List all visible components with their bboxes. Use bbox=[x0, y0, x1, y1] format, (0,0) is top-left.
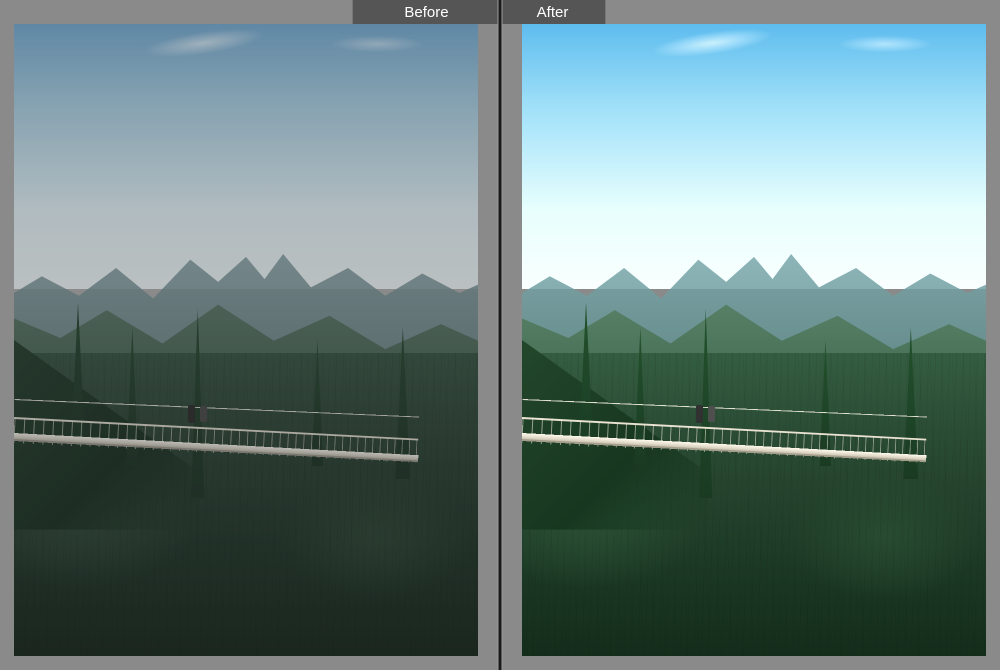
suspension-bridge bbox=[522, 391, 986, 479]
after-label: After bbox=[500, 0, 606, 24]
before-image[interactable] bbox=[14, 24, 478, 656]
after-pane[interactable]: After bbox=[500, 0, 1000, 670]
before-after-compare: Before bbox=[0, 0, 1000, 670]
before-pane[interactable]: Before bbox=[0, 0, 500, 670]
landscape-photo bbox=[14, 24, 478, 656]
landscape-photo bbox=[522, 24, 986, 656]
before-label: Before bbox=[352, 0, 500, 24]
suspension-bridge bbox=[14, 391, 478, 479]
compare-divider[interactable] bbox=[499, 0, 502, 670]
after-image[interactable] bbox=[522, 24, 986, 656]
